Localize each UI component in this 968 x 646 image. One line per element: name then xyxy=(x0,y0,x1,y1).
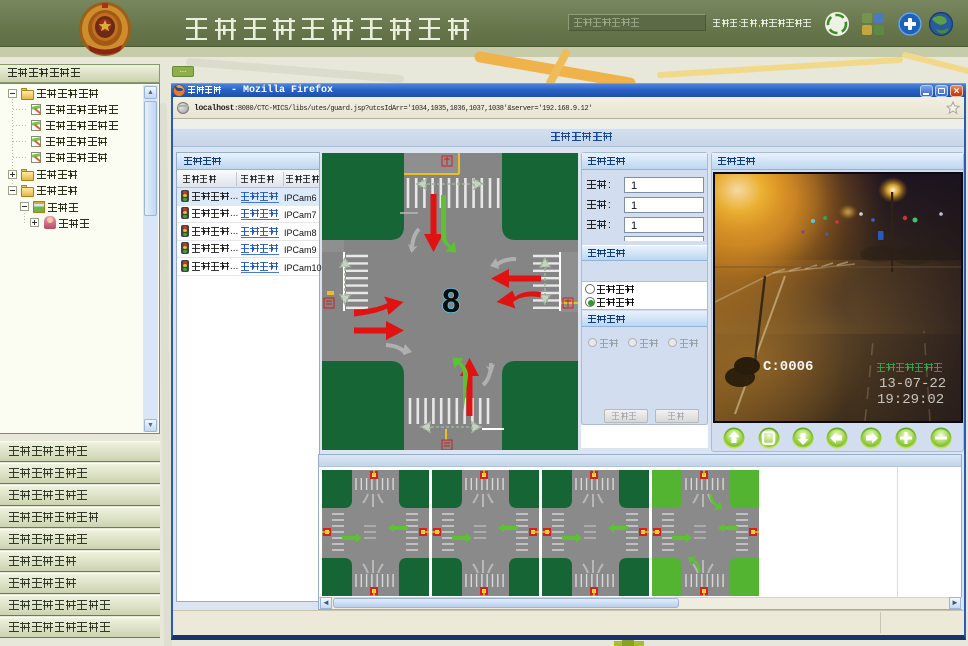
svg-text:19:29:02: 19:29:02 xyxy=(877,392,944,408)
svg-text:8: 8 xyxy=(442,282,460,319)
svg-text:13-07-22: 13-07-22 xyxy=(879,376,946,392)
svg-text:C:0006: C:0006 xyxy=(763,359,813,375)
